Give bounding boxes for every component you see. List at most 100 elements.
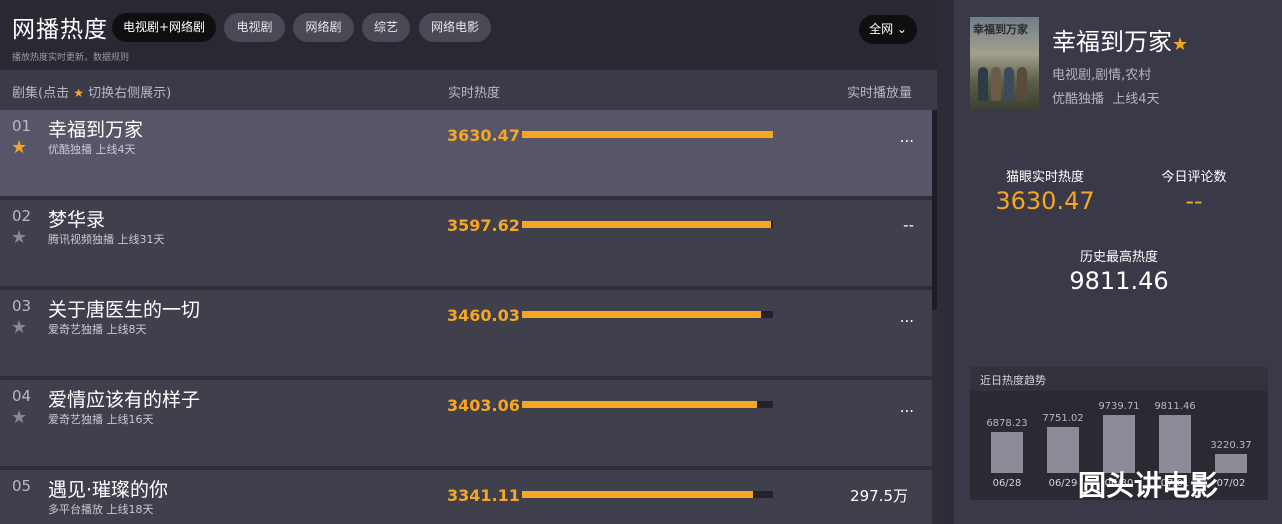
tab-web-series[interactable]: 网络剧 <box>293 13 354 42</box>
playcount-column-header: 实时播放量 <box>847 86 913 101</box>
series-title: 遇见·璀璨的你 <box>48 479 169 501</box>
platform-label: 腾讯视频独播 <box>48 233 114 246</box>
peak-heat-label: 历史最高热度 <box>1079 250 1158 265</box>
trend-bar <box>1215 453 1247 473</box>
star-icon: ★ <box>73 86 84 100</box>
heat-bar-fill <box>522 221 771 228</box>
playcount-value: ... <box>899 398 914 416</box>
table-row[interactable]: 04 ★ 爱情应该有的样子 爱奇艺独播 上线16天 3403.06 ... <box>0 380 932 466</box>
star-icon[interactable]: ★ <box>11 227 27 248</box>
scope-dropdown[interactable]: 全网 ⌄ <box>859 15 917 44</box>
comments-value: -- <box>1185 187 1203 215</box>
platform-label: 优酷独播 <box>48 143 92 156</box>
poster-figure <box>1004 67 1014 101</box>
scrollbar[interactable] <box>932 110 937 310</box>
trend-bar-value: 9811.46 <box>1154 401 1196 412</box>
detail-platform-info: 优酷独播 上线4天 <box>1052 88 1160 107</box>
table-row[interactable]: 02 ★ 梦华录 腾讯视频独播 上线31天 3597.62 -- <box>0 200 932 286</box>
poster-title: 幸福到万家 <box>973 23 1028 36</box>
poster-figure <box>978 67 988 101</box>
peak-heat-value: 9811.46 <box>1069 267 1169 295</box>
rank-number: 05 <box>12 477 32 495</box>
heat-value: 3630.47 <box>447 126 520 145</box>
series-title: 梦华录 <box>48 209 106 231</box>
series-column-suffix: 切换右侧展示) <box>88 86 172 101</box>
poster-image: 幸福到万家 <box>970 17 1039 109</box>
table-header: 剧集(点击 ★ 切换右侧展示) 实时热度 实时播放量 <box>0 70 937 110</box>
watermark: 圆头讲电影 <box>1078 469 1219 502</box>
table-row[interactable]: 01 ★ 幸福到万家 优酷独播 上线4天 3630.47 ... <box>0 110 932 196</box>
trend-bar-value: 6878.23 <box>986 418 1028 430</box>
detail-platform: 优酷独播 <box>1052 92 1105 107</box>
realtime-heat-value: 3630.47 <box>995 187 1095 215</box>
platform-label: 爱奇艺独播 <box>48 323 103 336</box>
detail-title-text: 幸福到万家 <box>1052 28 1172 56</box>
star-icon[interactable]: ★ <box>11 407 27 428</box>
rank-number: 03 <box>12 297 32 315</box>
heat-bar <box>522 131 773 138</box>
days-online: 上线4天 <box>95 143 136 156</box>
tab-web-movie[interactable]: 网络电影 <box>419 13 491 42</box>
heat-column-header: 实时热度 <box>448 86 501 101</box>
poster-figure <box>1017 67 1027 101</box>
poster-figure <box>991 67 1001 101</box>
series-title: 爱情应该有的样子 <box>48 389 201 411</box>
tab-tv-and-web[interactable]: 电视剧+网络剧 <box>112 13 216 42</box>
realtime-heat-label: 猫眼实时热度 <box>1005 170 1084 185</box>
playcount-value: ... <box>899 308 914 326</box>
playcount-value: 297.5万 <box>850 487 908 505</box>
heat-bar <box>522 401 773 408</box>
table-row[interactable]: 05 ★ 遇见·璀璨的你 多平台播放 上线18天 3341.11 297.5万 <box>0 470 932 524</box>
days-online: 上线8天 <box>106 323 147 336</box>
platform-label: 多平台播放 <box>48 503 103 516</box>
tab-variety[interactable]: 综艺 <box>362 13 410 42</box>
heat-value: 3597.62 <box>447 216 520 235</box>
table-row[interactable]: 03 ★ 关于唐医生的一切 爱奇艺独播 上线8天 3460.03 ... <box>0 290 932 376</box>
heat-bar <box>522 491 773 498</box>
trend-bar-value: 7751.02 <box>1042 413 1084 425</box>
days-online: 上线31天 <box>117 233 165 246</box>
comments-label: 今日评论数 <box>1161 170 1227 185</box>
trend-bar <box>1047 427 1079 473</box>
heat-value: 3341.11 <box>447 486 520 505</box>
rank-number: 01 <box>12 117 32 135</box>
star-icon: ★ <box>1172 34 1189 55</box>
series-meta: 腾讯视频独播 上线31天 <box>48 231 165 247</box>
heat-bar <box>522 311 773 318</box>
rank-number: 04 <box>12 387 32 405</box>
star-icon[interactable]: ★ <box>11 137 27 158</box>
star-icon[interactable]: ★ <box>11 317 27 338</box>
series-meta: 爱奇艺独播 上线16天 <box>48 411 154 427</box>
heat-bar <box>522 221 773 228</box>
detail-days-online: 上线4天 <box>1112 92 1160 107</box>
platform-label: 爱奇艺独播 <box>48 413 103 426</box>
series-meta: 多平台播放 上线18天 <box>48 501 154 517</box>
detail-genre: 电视剧,剧情,农村 <box>1052 68 1152 83</box>
heat-bar-fill <box>522 491 753 498</box>
series-title: 关于唐医生的一切 <box>48 299 201 321</box>
rank-number: 02 <box>12 207 32 225</box>
top-bar: 网播热度 播放热度实时更新，数据规则 电视剧+网络剧 电视剧 网络剧 综艺 网络… <box>0 0 937 70</box>
ranking-panel: 网播热度 播放热度实时更新，数据规则 电视剧+网络剧 电视剧 网络剧 综艺 网络… <box>0 0 937 524</box>
trend-date-label: 06/28 <box>992 478 1022 489</box>
days-online: 上线16天 <box>106 413 154 426</box>
trend-title: 近日热度趋势 <box>980 374 1046 387</box>
trend-bar-value: 9739.71 <box>1098 401 1140 413</box>
series-column-prefix: 剧集(点击 <box>12 86 70 101</box>
series-meta: 优酷独播 上线4天 <box>48 141 136 157</box>
trend-bar <box>991 432 1023 473</box>
heat-bar-fill <box>522 131 773 138</box>
heat-value: 3403.06 <box>447 396 520 415</box>
playcount-value: -- <box>903 216 914 234</box>
days-online: 上线18天 <box>106 503 154 516</box>
series-title: 幸福到万家 <box>48 119 144 141</box>
heat-bar-fill <box>522 311 762 318</box>
detail-title: 幸福到万家★ <box>1052 22 1188 57</box>
tab-tv[interactable]: 电视剧 <box>224 13 285 42</box>
trend-bar-value: 3220.37 <box>1210 439 1252 451</box>
heat-value: 3460.03 <box>447 306 520 325</box>
playcount-value: ... <box>899 128 914 146</box>
update-note: 播放热度实时更新，数据规则 <box>12 53 130 63</box>
series-column-header: 剧集(点击 ★ 切换右侧展示) <box>12 82 171 101</box>
series-meta: 爱奇艺独播 上线8天 <box>48 321 147 337</box>
